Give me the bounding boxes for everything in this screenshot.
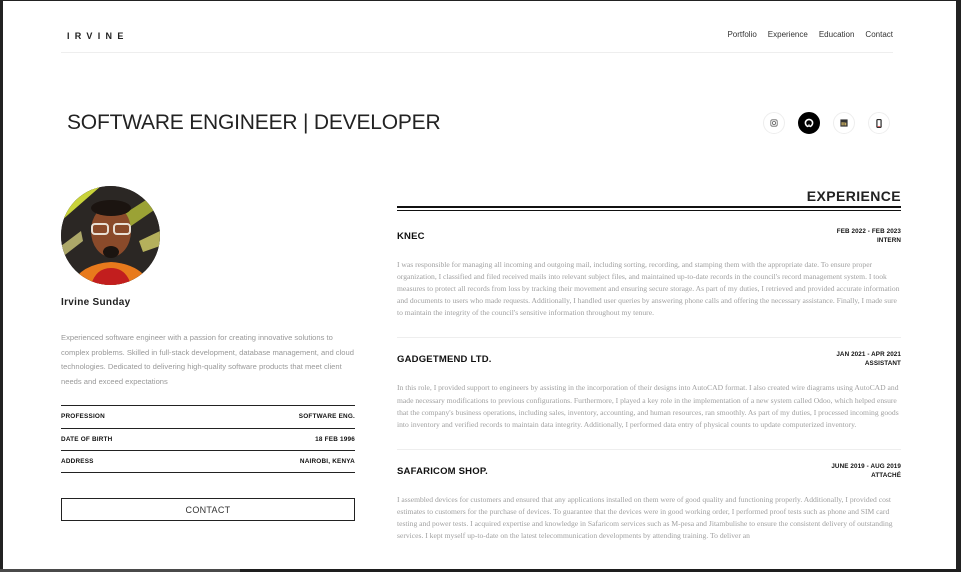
job-company: SAFARICOM SHOP. [397,465,488,477]
info-label: PROFESSION [61,413,105,421]
info-value: SOFTWARE ENG. [298,413,355,421]
job-description: I assembled devices for customers and en… [397,494,893,541]
window-edge [956,0,961,572]
experience-divider [397,206,901,211]
instagram-button[interactable] [763,112,785,134]
job-entry: KNEC FEB 2022 - FEB 2023 INTERN I was re… [397,215,901,339]
job-dates: JAN 2021 - APR 2021 [836,351,901,359]
info-label: DATE OF BIRTH [61,435,113,443]
info-label: ADDRESS [61,457,94,465]
job-role: ATTACHÉ [871,471,901,479]
nav-link-contact[interactable]: Contact [865,30,893,39]
job-dates: JUNE 2019 - AUG 2019 [831,462,901,470]
profile-info-table: PROFESSION SOFTWARE ENG. DATE OF BIRTH 1… [61,405,355,473]
contact-button[interactable]: CONTACT [61,498,355,521]
nav-link-experience[interactable]: Experience [768,30,808,39]
profile-bio: Experienced software engineer with a pas… [61,333,354,386]
avatar-image [61,186,160,285]
info-row-date-of-birth: DATE OF BIRTH 18 FEB 1996 [61,427,355,451]
experience-heading: EXPERIENCE [806,188,901,204]
job-company: GADGETMEND LTD. [397,354,492,366]
github-button[interactable] [798,112,820,134]
job-entry: SAFARICOM SHOP. JUNE 2019 - AUG 2019 ATT… [397,450,901,560]
instagram-icon [770,119,778,127]
info-row-profession: PROFESSION SOFTWARE ENG. [61,405,355,428]
job-company: KNEC [397,231,425,242]
page-headline: SOFTWARE ENGINEER | DEVELOPER [67,111,441,134]
browser-viewport: IRVINE Portfolio Experience Education Co… [3,1,956,569]
top-nav: IRVINE Portfolio Experience Education Co… [61,1,893,53]
linkedin-button[interactable] [833,112,855,134]
experience-list: KNEC FEB 2022 - FEB 2023 INTERN I was re… [397,215,901,560]
linkedin-icon [840,119,848,127]
brand-logo[interactable]: IRVINE [67,31,129,41]
job-role: ASSISTANT [864,360,901,368]
job-entry: GADGETMEND LTD. JAN 2021 - APR 2021 ASSI… [397,338,901,450]
social-links [763,112,890,134]
nav-link-portfolio[interactable]: Portfolio [727,30,756,39]
phone-icon [876,118,882,128]
job-dates: FEB 2022 - FEB 2023 [836,228,901,235]
profile-avatar [61,186,160,285]
job-role: INTERN [876,237,901,244]
info-row-address: ADDRESS NAIROBI, KENYA [61,450,355,473]
github-icon [804,118,814,128]
info-value: 18 FEB 1996 [315,435,355,443]
nav-links: Portfolio Experience Education Contact [727,30,893,39]
job-description: In this role, I provided support to engi… [397,383,899,429]
nav-link-education[interactable]: Education [819,30,855,39]
info-value: NAIROBI, KENYA [299,457,355,465]
profile-name: Irvine Sunday [61,297,131,308]
job-description: I was responsible for managing all incom… [397,260,900,318]
phone-button[interactable] [868,112,890,134]
